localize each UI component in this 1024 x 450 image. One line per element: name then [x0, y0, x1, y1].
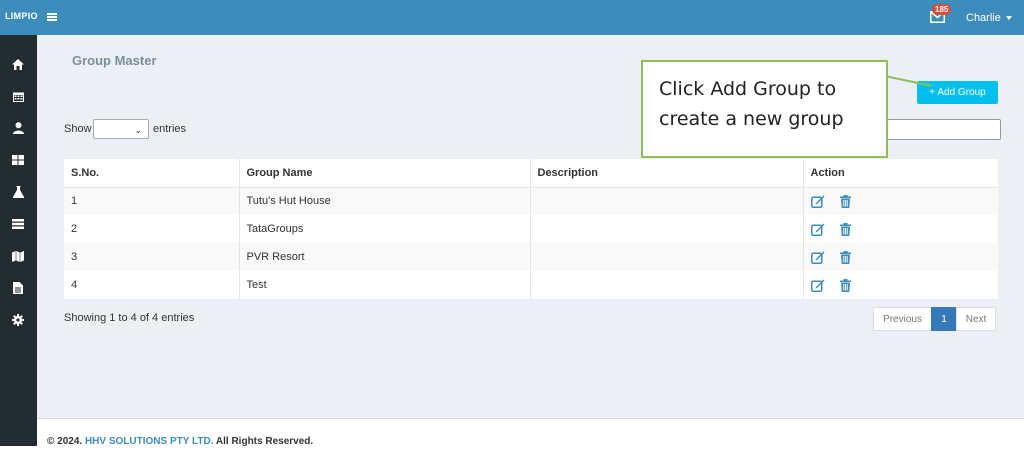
entries-per-page-select[interactable]: ⌄ — [93, 119, 149, 139]
sidebar — [0, 35, 37, 446]
tutorial-callout: Click Add Group to create a new group — [641, 60, 888, 158]
copyright-prefix: © 2024. — [47, 436, 83, 447]
search-input[interactable] — [887, 119, 1001, 140]
pagination-page-1[interactable]: 1 — [931, 307, 957, 331]
company-link[interactable]: HHV SOLUTIONS PTY LTD. — [85, 436, 214, 447]
column-header-sno[interactable]: S.No. — [64, 159, 239, 188]
show-label: Show — [64, 123, 92, 135]
cell-group-name: TataGroups — [238, 215, 530, 243]
table-row: 3 PVR Resort — [64, 243, 998, 271]
footer: © 2024. HHV SOLUTIONS PTY LTD. All Right… — [37, 418, 1024, 450]
table-row: 1 Tutu's Hut House — [64, 187, 998, 215]
table-row: 4 Test — [64, 271, 998, 299]
cell-action — [802, 215, 998, 243]
content-area: Group Master + Add Group Show ⌄ entries … — [37, 35, 1024, 418]
flask-icon[interactable] — [9, 183, 27, 201]
user-icon[interactable] — [9, 119, 27, 137]
edit-icon[interactable] — [810, 195, 825, 208]
menu-toggle-icon[interactable] — [47, 13, 57, 21]
trash-icon[interactable] — [839, 194, 851, 208]
edit-icon[interactable] — [810, 223, 825, 236]
gear-icon[interactable] — [9, 311, 27, 329]
pagination-next[interactable]: Next — [956, 307, 996, 331]
notification-badge: 185 — [932, 4, 952, 15]
cell-sno: 3 — [64, 243, 239, 271]
pagination: Previous 1 Next — [873, 307, 996, 331]
cell-action — [802, 271, 998, 299]
cell-sno: 4 — [64, 271, 239, 299]
edit-icon[interactable] — [810, 251, 825, 264]
table-info: Showing 1 to 4 of 4 entries — [64, 312, 195, 324]
column-header-action[interactable]: Action — [802, 159, 998, 188]
copyright-text: © 2024. HHV SOLUTIONS PTY LTD. All Right… — [47, 436, 313, 447]
copyright-suffix: All Rights Reserved. — [215, 436, 314, 447]
cell-description — [529, 187, 803, 215]
map-icon[interactable] — [9, 247, 27, 265]
chevron-down-icon: ⌄ — [134, 125, 142, 135]
calendar-icon[interactable] — [9, 87, 27, 105]
cell-action — [802, 243, 998, 271]
caret-down-icon[interactable] — [1006, 16, 1012, 20]
file-icon[interactable] — [9, 279, 27, 297]
trash-icon[interactable] — [839, 250, 851, 264]
table-header-row: S.No. Group Name Description Action — [64, 159, 998, 188]
callout-line-2: create a new group — [659, 108, 844, 130]
group-table: S.No. Group Name Description Action 1 Tu… — [64, 159, 998, 299]
column-header-group-name[interactable]: Group Name — [238, 159, 530, 188]
cell-group-name: PVR Resort — [238, 243, 530, 271]
column-header-description[interactable]: Description — [529, 159, 803, 188]
dashboard-icon[interactable] — [9, 151, 27, 169]
home-icon[interactable] — [9, 55, 27, 73]
cell-group-name: Tutu's Hut House — [238, 187, 530, 215]
cell-description — [529, 215, 803, 243]
cell-description — [529, 243, 803, 271]
cell-group-name: Test — [238, 271, 530, 299]
cell-description — [529, 271, 803, 299]
callout-line-1: Click Add Group to — [659, 78, 837, 100]
table-row: 2 TataGroups — [64, 215, 998, 243]
edit-icon[interactable] — [810, 279, 825, 292]
user-menu[interactable]: Charlie — [966, 12, 1001, 24]
trash-icon[interactable] — [839, 278, 851, 292]
server-icon[interactable] — [9, 215, 27, 233]
brand-logo[interactable]: LIMPIO — [5, 11, 38, 21]
cell-action — [802, 187, 998, 215]
cell-sno: 1 — [64, 187, 239, 215]
entries-label: entries — [153, 123, 187, 135]
cell-sno: 2 — [64, 215, 239, 243]
top-navbar: LIMPIO 185 Charlie — [0, 0, 1024, 35]
pagination-previous[interactable]: Previous — [873, 307, 932, 331]
trash-icon[interactable] — [839, 222, 851, 236]
page-title: Group Master — [72, 53, 157, 68]
